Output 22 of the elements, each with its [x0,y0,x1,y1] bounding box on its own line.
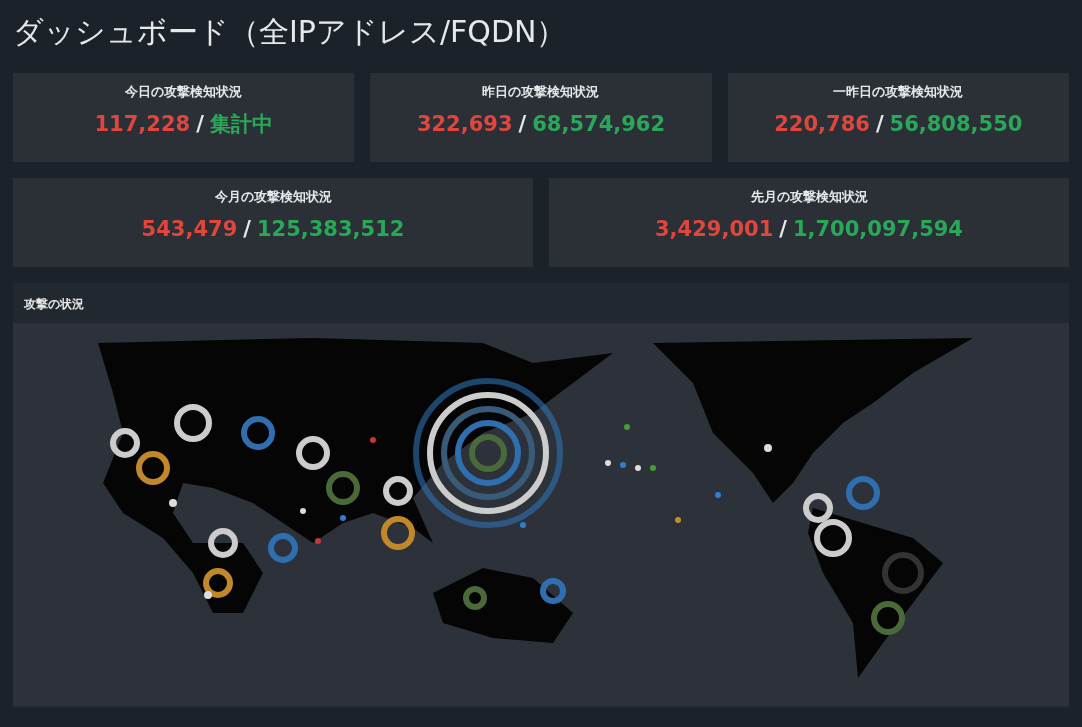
detected-count: 543,479 [141,216,238,243]
separator: / [196,111,204,138]
detected-count: 220,786 [774,111,870,138]
detected-count: 3,429,001 [655,216,774,243]
card-title: 一昨日の攻撃検知状況 [833,83,964,101]
card-title: 先月の攻撃検知状況 [750,188,868,206]
card-title: 昨日の攻撃検知状況 [482,83,600,101]
page-title: ダッシュボード（全IPアドレス/FQDN） [13,13,567,51]
card-title: 今月の攻撃検知状況 [214,188,332,206]
separator: / [875,111,884,138]
total-count: 56,808,550 [889,111,1023,138]
card-title: 今日の攻撃検知状況 [125,83,243,101]
separator: / [518,111,527,138]
separator: / [243,216,251,243]
total-count: 68,574,962 [532,111,666,138]
separator: / [779,216,787,243]
detected-count: 117,228 [94,111,191,138]
total-count: 集計中 [209,111,273,138]
detected-count: 322,693 [416,111,513,138]
total-count: 1,700,097,594 [792,216,963,243]
panel-title: 攻撃の状況 [23,296,85,313]
total-count: 125,383,512 [256,216,405,243]
